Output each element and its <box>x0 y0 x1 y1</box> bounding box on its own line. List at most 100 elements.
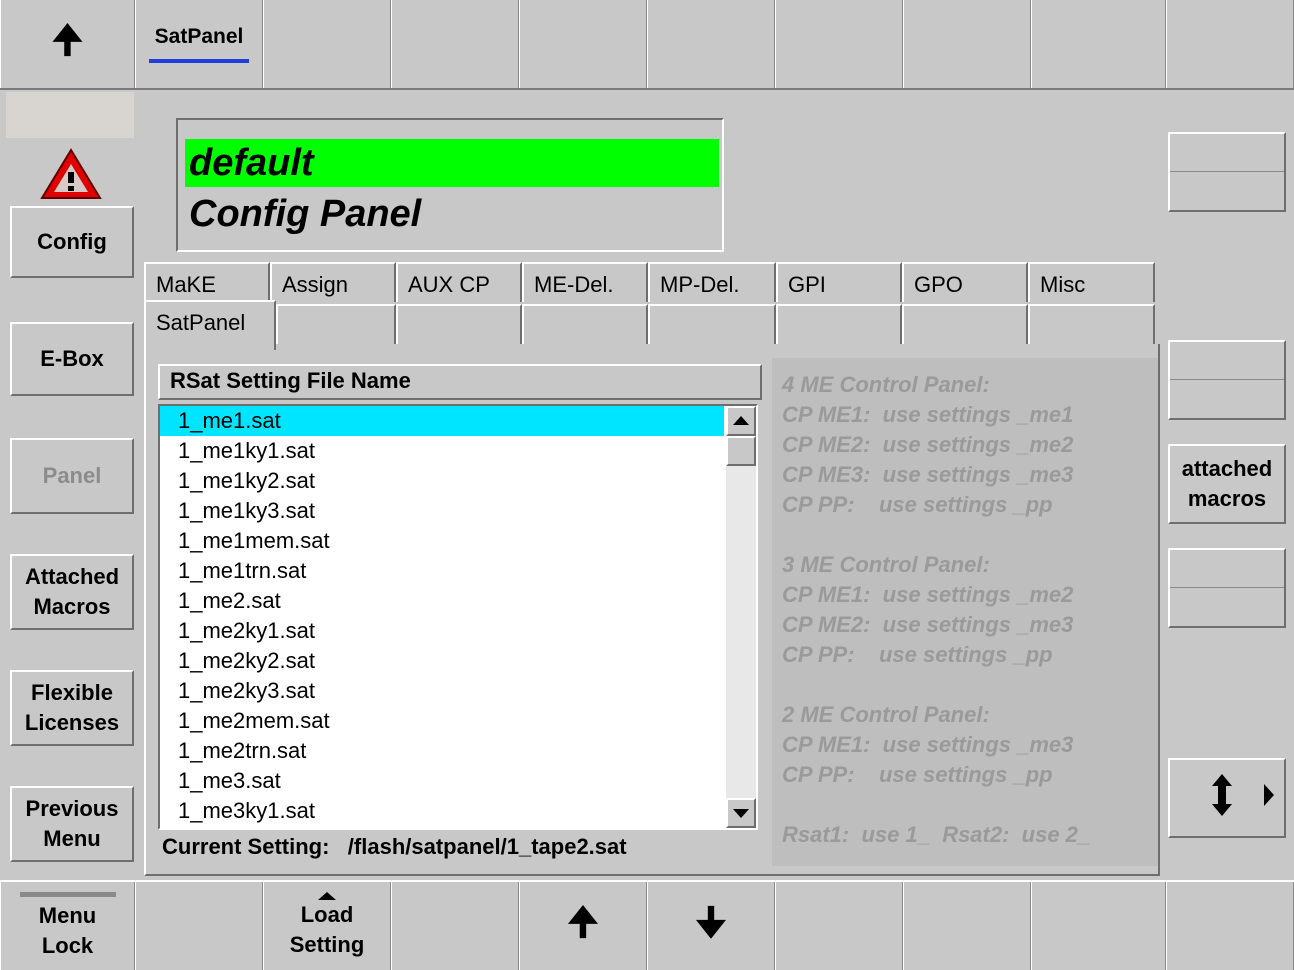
right-soft-button-4[interactable] <box>1168 548 1286 628</box>
list-item[interactable]: 1_me2.sat <box>160 586 724 616</box>
tab-satpanel[interactable]: SatPanel <box>144 300 276 350</box>
tab-empty-4[interactable] <box>522 304 648 344</box>
up-arrow-icon: 🠉 <box>567 899 599 944</box>
up-down-arrow-icon <box>1212 774 1274 816</box>
top-soft-button-4[interactable] <box>519 0 647 88</box>
tab-me-del[interactable]: ME-Del. <box>522 262 648 302</box>
tab-gpo[interactable]: GPO <box>902 262 1028 302</box>
previous-menu-label-2: Menu <box>43 826 101 851</box>
list-scrollbar[interactable] <box>726 406 756 828</box>
list-item[interactable]: 1_me2mem.sat <box>160 706 724 736</box>
right-soft-button-2[interactable] <box>1168 340 1286 420</box>
top-soft-button-5[interactable] <box>647 0 775 88</box>
list-item[interactable]: 1_me3ky1.sat <box>160 796 724 826</box>
list-item[interactable]: 1_me1mem.sat <box>160 526 724 556</box>
menu-lock-button[interactable]: Menu Lock <box>0 882 135 970</box>
bottom-soft-button-8[interactable] <box>903 882 1031 970</box>
bottom-soft-button-9[interactable] <box>1031 882 1166 970</box>
top-soft-button-3[interactable] <box>391 0 519 88</box>
scroll-up-icon <box>733 416 749 425</box>
bottom-soft-button-4[interactable] <box>391 882 519 970</box>
list-item[interactable]: 1_me2ky1.sat <box>160 616 724 646</box>
list-up-button[interactable]: 🠉 <box>519 882 647 970</box>
menu-lock-indicator <box>19 891 116 897</box>
attached-macros-button[interactable]: Attached Macros <box>10 554 134 630</box>
list-item[interactable]: 1_me1ky3.sat <box>160 496 724 526</box>
status-slot <box>6 92 134 138</box>
tab-label: Assign <box>282 272 349 297</box>
attached-macros-right-button[interactable]: attached macros <box>1168 444 1286 524</box>
info-line: 2 ME Control Panel: <box>782 702 990 727</box>
scroll-thumb[interactable] <box>726 436 756 466</box>
panel-button[interactable]: Panel <box>10 438 134 514</box>
tab-misc[interactable]: Misc <box>1028 262 1155 302</box>
list-item[interactable]: 1_me1ky2.sat <box>160 466 724 496</box>
info-line: Rsat1: use 1_ Rsat2: use 2_ <box>782 822 1091 847</box>
list-item[interactable]: 1_me1.sat <box>160 406 724 436</box>
info-line: CP ME2: use settings _me3 <box>782 612 1074 637</box>
tab-assign[interactable]: Assign <box>270 262 396 302</box>
scroll-down-icon <box>733 809 749 818</box>
flexible-licenses-button[interactable]: Flexible Licenses <box>10 670 134 746</box>
info-line <box>782 790 1158 820</box>
scroll-up-button[interactable] <box>726 406 756 436</box>
load-indicator-icon <box>318 892 336 900</box>
tab-label: Misc <box>1040 272 1086 297</box>
tab-aux-cp[interactable]: AUX CP <box>396 262 522 302</box>
list-header: RSat Setting File Name <box>158 364 762 400</box>
tab-label: AUX CP <box>408 272 490 297</box>
ebox-label: E-Box <box>40 346 104 371</box>
page-up-button[interactable]: 🠉 <box>0 0 135 88</box>
tab-label: SatPanel <box>156 310 246 335</box>
right-triangle-icon <box>1264 784 1274 806</box>
scroll-updown-button[interactable] <box>1168 758 1286 838</box>
tab-mp-del[interactable]: MP-Del. <box>648 262 776 302</box>
bottom-soft-button-2[interactable] <box>135 882 263 970</box>
top-soft-button-7[interactable] <box>903 0 1031 88</box>
previous-menu-label-1: Previous <box>25 796 119 821</box>
flexible-licenses-label-1: Flexible <box>31 680 113 705</box>
tab-label: GPI <box>788 272 826 297</box>
list-down-button[interactable]: 🠋 <box>647 882 775 970</box>
tab-empty-2[interactable] <box>276 304 396 344</box>
menu-lock-label-2: Lock <box>41 932 94 958</box>
attached-macros-right-label-1: attached <box>1181 456 1273 481</box>
config-button[interactable]: Config <box>10 206 134 278</box>
satpanel-tab-panel: RSat Setting File Name 1_me1.sat 1_me1ky… <box>144 344 1160 876</box>
header-box: default Config Panel <box>176 118 724 252</box>
info-line: 3 ME Control Panel: <box>782 552 990 577</box>
top-soft-button-6[interactable] <box>775 0 903 88</box>
tab-make[interactable]: MaKE <box>144 262 270 302</box>
info-line: CP ME1: use settings _me2 <box>782 582 1074 607</box>
info-line: CP ME2: use settings _me2 <box>782 432 1074 457</box>
bottom-soft-button-7[interactable] <box>775 882 903 970</box>
list-item[interactable]: 1_me2ky2.sat <box>160 646 724 676</box>
tab-empty-3[interactable] <box>396 304 522 344</box>
tab-empty-8[interactable] <box>1028 304 1155 344</box>
bottom-soft-button-10[interactable] <box>1166 882 1294 970</box>
tab-empty-6[interactable] <box>776 304 902 344</box>
tab-empty-7[interactable] <box>902 304 1028 344</box>
load-setting-button[interactable]: Load Setting <box>263 882 391 970</box>
previous-menu-button[interactable]: Previous Menu <box>10 786 134 862</box>
scroll-down-button[interactable] <box>726 798 756 828</box>
tab-label: ME-Del. <box>534 272 614 297</box>
up-arrow-icon: 🠉 <box>51 17 84 62</box>
top-soft-button-2[interactable] <box>263 0 391 88</box>
top-soft-button-9[interactable] <box>1166 0 1294 88</box>
list-item[interactable]: 1_me2trn.sat <box>160 736 724 766</box>
list-item[interactable]: 1_me1trn.sat <box>160 556 724 586</box>
info-line: CP ME1: use settings _me3 <box>782 732 1074 757</box>
tab-satpanel-top[interactable]: SatPanel <box>135 0 263 88</box>
right-soft-button-1[interactable] <box>1168 132 1286 212</box>
list-item[interactable]: 1_me2ky3.sat <box>160 676 724 706</box>
ebox-button[interactable]: E-Box <box>10 322 134 396</box>
list-item[interactable]: 1_me1ky1.sat <box>160 436 724 466</box>
header-subtitle: Config Panel <box>189 193 422 235</box>
active-indicator <box>149 59 249 63</box>
tab-empty-5[interactable] <box>648 304 776 344</box>
tab-gpi[interactable]: GPI <box>776 262 902 302</box>
top-soft-button-8[interactable] <box>1031 0 1166 88</box>
list-item[interactable]: 1_me3.sat <box>160 766 724 796</box>
file-list[interactable]: 1_me1.sat 1_me1ky1.sat 1_me1ky2.sat 1_me… <box>158 404 758 830</box>
